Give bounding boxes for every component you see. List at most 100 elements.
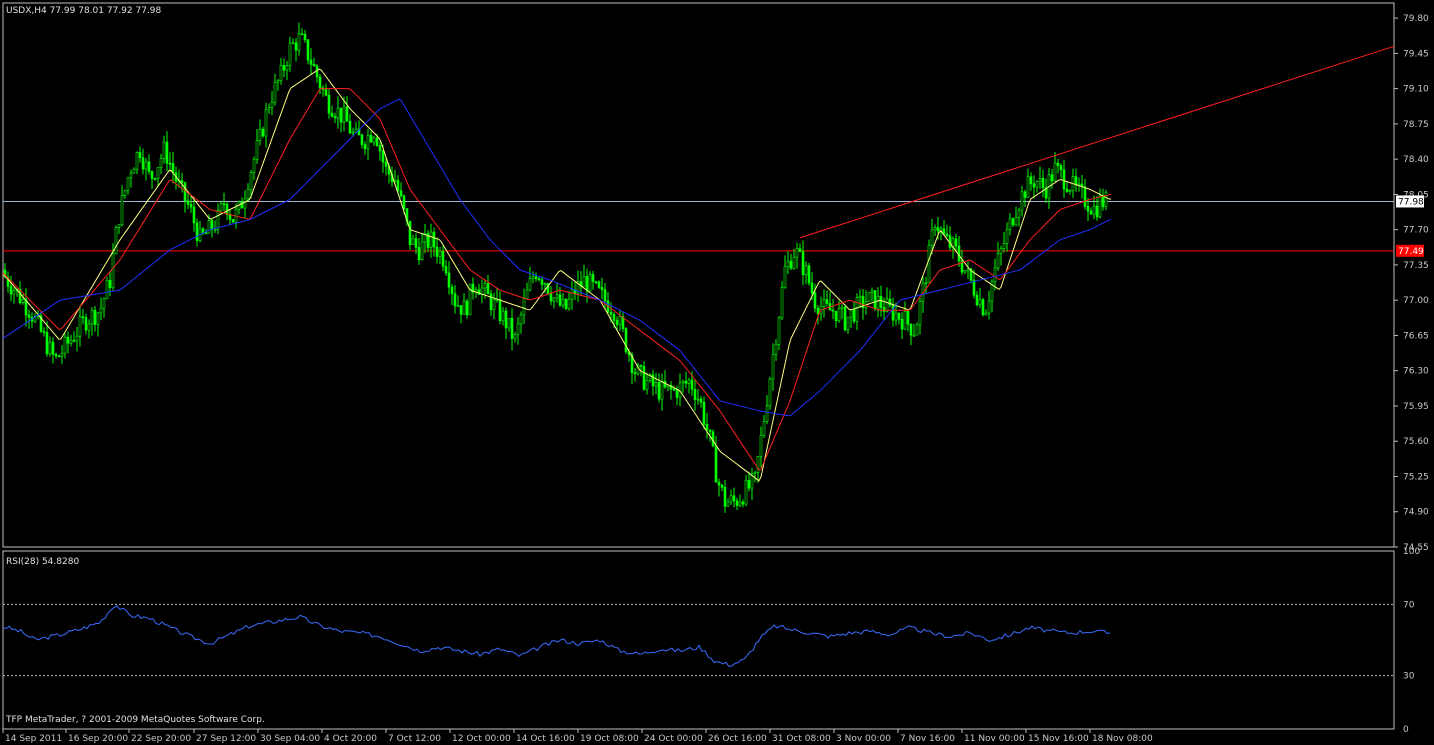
candle-body bbox=[438, 250, 442, 257]
candle-body bbox=[186, 200, 190, 205]
candle-body bbox=[1026, 176, 1030, 198]
candle-body bbox=[876, 295, 880, 310]
candle-body bbox=[849, 309, 853, 318]
candle-body bbox=[879, 295, 883, 308]
candle-body bbox=[201, 228, 205, 234]
candle-body bbox=[132, 168, 136, 174]
candle-body bbox=[1065, 188, 1069, 192]
candle-body bbox=[558, 294, 562, 306]
candle-body bbox=[936, 227, 940, 232]
candle-body bbox=[1005, 228, 1009, 244]
x-tick-label: 12 Oct 00:00 bbox=[452, 734, 511, 744]
candle-body bbox=[9, 286, 13, 295]
x-tick-label: 16 Sep 20:00 bbox=[68, 734, 128, 744]
candle-body bbox=[156, 167, 160, 179]
candle-body bbox=[498, 298, 502, 322]
candle-body bbox=[711, 431, 715, 447]
candle-body bbox=[675, 389, 679, 398]
x-tick-label: 14 Oct 16:00 bbox=[516, 734, 575, 744]
candle-body bbox=[231, 219, 235, 223]
y-tick-label: 78.75 bbox=[1403, 120, 1429, 130]
copyright-text: TFP MetaTrader, ? 2001-2009 MetaQuotes S… bbox=[5, 715, 265, 725]
candle-body bbox=[753, 472, 757, 475]
candle-body bbox=[129, 172, 133, 179]
candle-body bbox=[684, 380, 688, 384]
candle-body bbox=[141, 157, 145, 170]
candle-body bbox=[147, 161, 151, 172]
x-tick-label: 27 Sep 12:00 bbox=[196, 734, 256, 744]
candle-body bbox=[567, 298, 571, 309]
candle-body bbox=[915, 324, 919, 336]
candle-body bbox=[543, 283, 547, 285]
candle-body bbox=[450, 286, 454, 294]
candle-body bbox=[489, 293, 493, 311]
y-tick-label: 79.80 bbox=[1403, 14, 1429, 24]
candle-body bbox=[855, 297, 859, 322]
candle-body bbox=[741, 501, 745, 505]
candle-body bbox=[27, 314, 31, 318]
x-tick-label: 15 Nov 16:00 bbox=[1028, 734, 1089, 744]
candle-body bbox=[399, 190, 403, 197]
candle-body bbox=[603, 289, 607, 302]
candle-body bbox=[1008, 218, 1012, 230]
candle-body bbox=[954, 238, 958, 247]
candle-body bbox=[1077, 183, 1081, 186]
candle-body bbox=[618, 316, 622, 326]
x-tick-label: 30 Sep 04:00 bbox=[260, 734, 320, 744]
candle-body bbox=[672, 388, 676, 391]
candle-body bbox=[63, 336, 67, 354]
candle-body bbox=[873, 290, 877, 310]
candle-body bbox=[396, 179, 400, 192]
candle-body bbox=[984, 312, 988, 316]
candle-body bbox=[993, 267, 997, 283]
candle-body bbox=[900, 319, 904, 330]
candle-body bbox=[999, 248, 1003, 254]
candle-body bbox=[714, 445, 718, 483]
candle-body bbox=[705, 424, 709, 431]
candle-body bbox=[309, 59, 313, 65]
candle-body bbox=[105, 280, 109, 300]
candle-body bbox=[732, 495, 736, 502]
candle-body bbox=[75, 335, 79, 342]
candle-body bbox=[783, 266, 787, 288]
candle-body bbox=[21, 299, 25, 303]
candle-body bbox=[786, 260, 790, 268]
y-tick-label: 75.95 bbox=[1403, 402, 1429, 412]
candle-body bbox=[1083, 186, 1087, 207]
candle-body bbox=[417, 247, 421, 260]
candle-body bbox=[594, 281, 598, 284]
candle-body bbox=[699, 398, 703, 403]
candle-body bbox=[150, 171, 154, 179]
candle-body bbox=[996, 253, 1000, 269]
candle-body bbox=[693, 389, 697, 401]
candle-body bbox=[261, 128, 265, 137]
candle-body bbox=[363, 144, 367, 150]
candle-body bbox=[66, 336, 70, 344]
candle-body bbox=[882, 307, 886, 312]
candle-body bbox=[120, 195, 124, 225]
candle-body bbox=[192, 206, 196, 224]
candle-body bbox=[555, 294, 559, 299]
y-tick-label: 74.90 bbox=[1403, 508, 1429, 518]
x-tick-label: 19 Oct 08:00 bbox=[580, 734, 639, 744]
price-marker-label: 77.98 bbox=[1398, 197, 1424, 207]
candle-body bbox=[81, 316, 85, 318]
candle-body bbox=[681, 380, 685, 384]
candle-body bbox=[45, 332, 49, 355]
candle-body bbox=[288, 42, 292, 67]
candle-body bbox=[564, 298, 568, 309]
candle-body bbox=[327, 94, 331, 114]
candle-body bbox=[525, 289, 529, 299]
candle-body bbox=[432, 231, 436, 248]
x-tick-label: 24 Oct 00:00 bbox=[644, 734, 703, 744]
candle-body bbox=[306, 39, 310, 61]
candle-body bbox=[402, 195, 406, 210]
candle-body bbox=[1029, 176, 1033, 185]
candle-body bbox=[162, 141, 166, 159]
candle-body bbox=[1011, 218, 1015, 226]
candle-body bbox=[801, 251, 805, 276]
candle-body bbox=[96, 312, 100, 325]
candle-body bbox=[72, 339, 76, 342]
candle-body bbox=[99, 307, 103, 314]
candle-body bbox=[123, 190, 127, 196]
